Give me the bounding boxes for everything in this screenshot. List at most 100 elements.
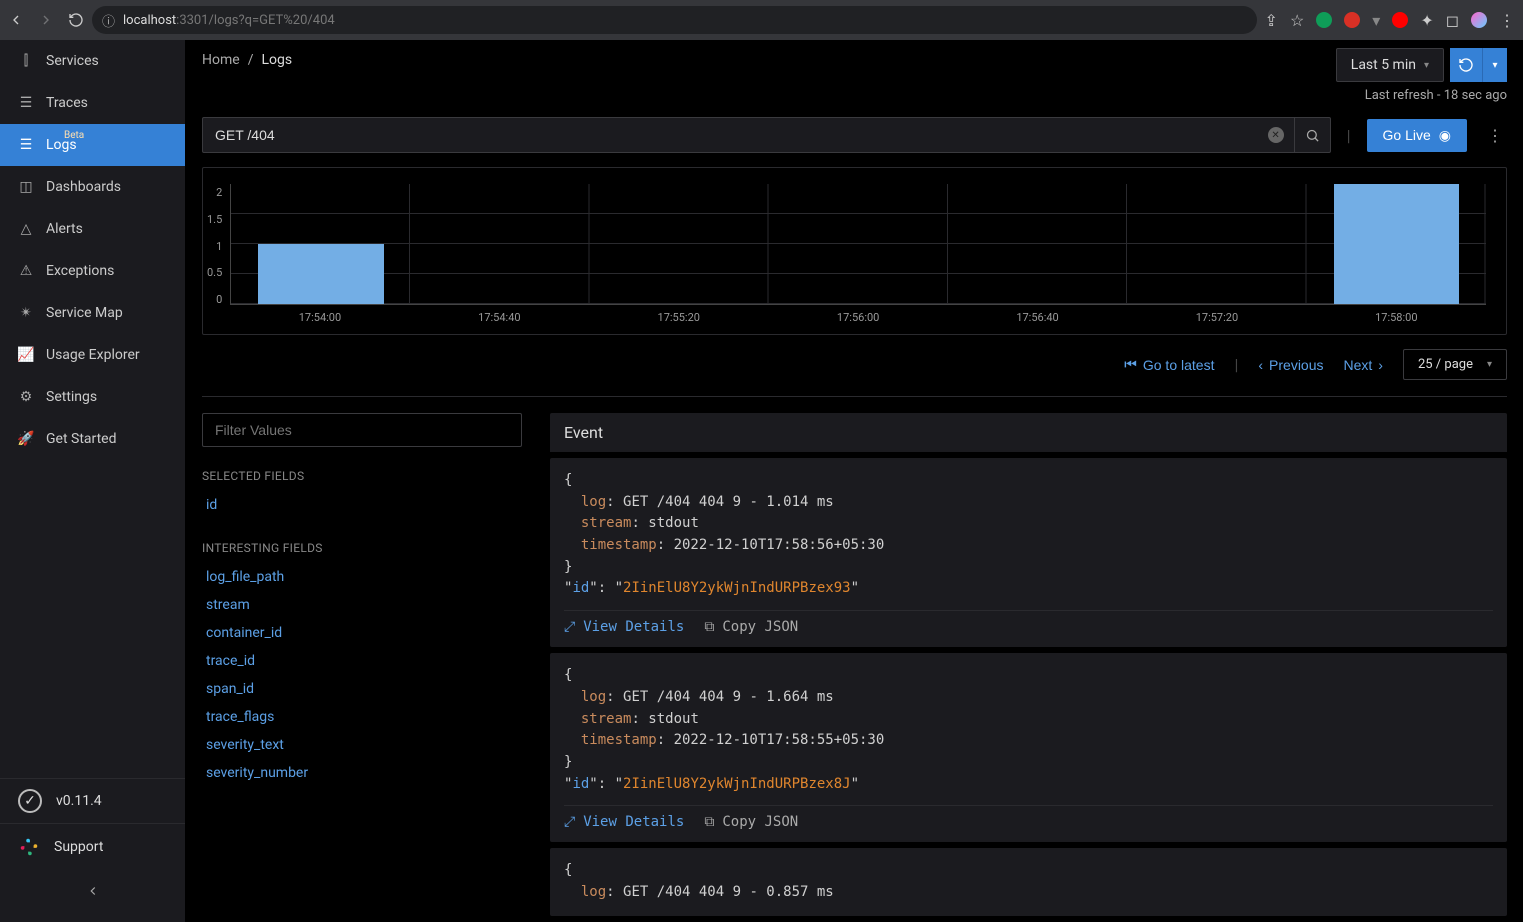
sidebar-item-get-started[interactable]: 🚀Get Started (0, 418, 185, 460)
event-card: { log: GET /404 404 9 - 1.014 ms stream:… (550, 458, 1507, 647)
event-brace-close: } (564, 752, 1493, 774)
sidebar-item-usage-explorer[interactable]: 📈 Usage Explorer (0, 334, 185, 376)
bar-chart-icon: ⫿ (18, 53, 34, 69)
field-item[interactable]: severity_number (202, 759, 522, 787)
go-latest-label: Go to latest (1143, 357, 1215, 373)
sidebar-item-exceptions[interactable]: ⚠Exceptions (0, 250, 185, 292)
search-icon (1305, 128, 1320, 143)
time-range-label: Last 5 min (1351, 57, 1416, 73)
field-item[interactable]: severity_text (202, 731, 522, 759)
ext-red-icon[interactable] (1344, 12, 1360, 28)
menu-dots-icon[interactable]: ⋮ (1499, 11, 1515, 30)
ext-green-icon[interactable] (1316, 12, 1332, 28)
field-item[interactable]: container_id (202, 619, 522, 647)
event-card: { log: GET /404 404 9 - 0.857 ms (550, 848, 1507, 915)
window-icon[interactable]: ◻ (1446, 11, 1459, 30)
refresh-dropdown-button[interactable]: ▾ (1482, 48, 1507, 82)
sidebar: ⫿ Services ☰ Traces ☰ Logs Beta ◫Dashboard… (0, 40, 186, 922)
search-button[interactable] (1294, 118, 1330, 152)
page-size-select[interactable]: 25 / page ▾ (1403, 349, 1507, 380)
sidebar-item-label: Service Map (46, 305, 123, 321)
field-item[interactable]: trace_id (202, 647, 522, 675)
view-details-button[interactable]: ⤢View Details (564, 619, 684, 635)
breadcrumb-logs: Logs (261, 52, 292, 68)
collapse-sidebar-button[interactable] (0, 870, 185, 912)
next-button[interactable]: Next › (1344, 357, 1383, 373)
events-heading: Event (550, 413, 1507, 452)
menu-icon: ☰ (18, 95, 34, 111)
x-tick: 17:54:00 (299, 311, 341, 324)
reload-icon[interactable] (68, 12, 84, 28)
line-chart-icon: 📈 (18, 347, 34, 363)
view-details-button[interactable]: ⤢View Details (564, 814, 684, 830)
time-range-select[interactable]: Last 5 min ▾ (1336, 48, 1444, 82)
share-icon[interactable]: ⇪ (1265, 11, 1278, 30)
previous-label: Previous (1269, 357, 1323, 373)
chart-bar[interactable] (1334, 184, 1459, 304)
field-item[interactable]: trace_flags (202, 703, 522, 731)
check-circle-icon: ✓ (18, 789, 42, 813)
expand-icon: ⤢ (564, 814, 575, 830)
more-options-button[interactable]: ⋮ (1483, 126, 1507, 145)
histogram-chart: 21.510.50 17:54:0017:54:4017:55:2017:56:… (202, 167, 1507, 335)
info-icon: ⓘ (102, 11, 115, 30)
sidebar-item-alerts[interactable]: △Alerts (0, 208, 185, 250)
x-tick: 17:55:20 (658, 311, 700, 324)
forward-icon[interactable] (38, 12, 54, 28)
sidebar-item-logs[interactable]: ☰ Logs Beta (0, 124, 185, 166)
previous-button[interactable]: ‹ Previous (1258, 357, 1323, 373)
clear-search-button[interactable]: ✕ (1258, 118, 1294, 152)
y-tick: 1 (216, 240, 222, 253)
avatar-icon[interactable] (1471, 12, 1487, 28)
x-tick: 17:56:40 (1016, 311, 1058, 324)
sidebar-item-dashboards[interactable]: ◫Dashboards (0, 166, 185, 208)
version-text: v0.11.4 (56, 793, 102, 809)
last-refresh-text: Last refresh - 18 sec ago (1365, 88, 1507, 103)
sidebar-item-service-map[interactable]: ✴ Service Map (0, 292, 185, 334)
back-icon[interactable] (8, 12, 24, 28)
dashboard-icon: ◫ (18, 179, 34, 195)
copy-json-button[interactable]: ⧉Copy JSON (704, 619, 798, 635)
sidebar-item-settings[interactable]: ⚙ Settings (0, 376, 185, 418)
field-item[interactable]: log_file_path (202, 563, 522, 591)
play-circle-icon: ◉ (1439, 127, 1451, 144)
extensions-icon[interactable]: ✦ (1420, 11, 1433, 30)
y-tick: 1.5 (207, 213, 222, 226)
go-to-latest-button[interactable]: ⏮ Go to latest (1124, 356, 1214, 373)
sidebar-item-traces[interactable]: ☰ Traces (0, 82, 185, 124)
menu-icon: ☰ (18, 137, 34, 153)
field-item[interactable]: span_id (202, 675, 522, 703)
field-item[interactable]: stream (202, 591, 522, 619)
gear-icon: ⚙ (18, 389, 34, 405)
support-button[interactable]: Support (0, 824, 185, 870)
next-label: Next (1344, 357, 1373, 373)
sidebar-item-label: Usage Explorer (46, 347, 140, 363)
url-bar[interactable]: ⓘ localhost:3301/logs?q=GET%20/404 (92, 6, 1257, 34)
sidebar-item-label: Settings (46, 389, 97, 405)
field-item[interactable]: id (202, 491, 522, 519)
page-size-label: 25 / page (1418, 357, 1473, 372)
search-input[interactable] (203, 118, 1258, 152)
ext-v-icon[interactable]: ▾ (1372, 11, 1380, 30)
star-icon[interactable]: ☆ (1290, 11, 1304, 30)
refresh-icon (1458, 57, 1474, 73)
go-live-button[interactable]: Go Live ◉ (1367, 119, 1467, 152)
graph-icon: ✴ (18, 305, 34, 321)
copy-json-button[interactable]: ⧉Copy JSON (704, 814, 798, 830)
expand-icon: ⤢ (564, 619, 575, 635)
refresh-button[interactable] (1450, 48, 1482, 82)
selected-fields-heading: SELECTED FIELDS (202, 469, 522, 483)
ext-yt-icon[interactable] (1392, 12, 1408, 28)
sidebar-item-label: Traces (46, 95, 88, 111)
sidebar-item-services[interactable]: ⫿ Services (0, 40, 185, 82)
event-brace-open: { (564, 665, 1493, 687)
copy-icon: ⧉ (704, 814, 714, 830)
sidebar-item-label: Services (46, 53, 99, 69)
chart-bar[interactable] (258, 244, 383, 304)
filter-values-input[interactable] (202, 413, 522, 447)
skip-back-icon: ⏮ (1124, 356, 1137, 373)
breadcrumb-home[interactable]: Home (202, 52, 240, 68)
bell-icon: △ (18, 221, 34, 237)
rocket-icon: 🚀 (18, 431, 34, 447)
chevron-down-icon: ▾ (1424, 60, 1429, 71)
